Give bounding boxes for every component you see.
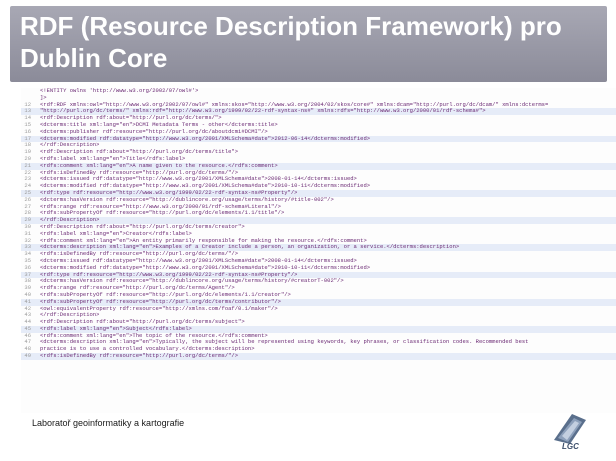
code-line: 28 <rdfs:subPropertyOf rdf:resource="http…: [21, 210, 616, 217]
code-text: <rdfs:label xml:lang="en">Creator</rdfs:…: [40, 230, 192, 237]
code-line: 12 <rdf:RDF xmlns:owl="http://www.w3.org/…: [21, 101, 616, 109]
code-line: 15 <dcterms:title xml:lang="en">DCMI Meta…: [21, 121, 616, 129]
code-line: 27 <rdfs:range rdf:resource="http://www.w…: [21, 203, 616, 211]
code-line: 18 </rdf:Description>: [21, 142, 616, 149]
code-line: 33 <dcterms:description xml:lang="en">Exa…: [21, 244, 616, 252]
code-line: 20 <rdfs:label xml:lang="en">Title</rdfs:…: [21, 155, 616, 163]
code-line: 36 <dcterms:modified rdf:datatype="http:/…: [21, 264, 616, 272]
code-line: 44 <rdf:Description rdf:about="http://pur…: [21, 318, 616, 326]
code-text: <rdf:Description rdf:about="http://purl.…: [40, 149, 239, 156]
code-text: <!ENTITY owlns 'http://www.w3.org/2002/0…: [40, 88, 199, 94]
slide-title-line-1: RDF (Resource Description Framework) pro: [20, 11, 562, 41]
footer-text: Laboratoř geoinformatiky a kartografie: [32, 418, 185, 428]
code-text: <rdf:RDF xmlns:owl="http://www.w3.org/20…: [40, 101, 549, 108]
logo-text: LGC: [562, 442, 579, 450]
code-line: 43 </rdf:Description>: [21, 311, 616, 319]
code-line: 32 <rdfs:comment xml:lang="en">An entity …: [21, 237, 616, 245]
code-text: <rdf:type rdf:resource="http://www.w3.or…: [40, 189, 298, 196]
code-text: <dcterms:title xml:lang="en">DCMI Metada…: [40, 121, 278, 128]
slide-title: RDF (Resource Description Framework) pro…: [20, 10, 600, 74]
code-line: 21 <rdfs:comment xml:lang="en">A name giv…: [21, 162, 616, 170]
code-text: <rdfs:range rdf:resource="http://purl.or…: [40, 285, 235, 292]
code-text: <rdfs:isDefinedBy rdf:resource="http://p…: [40, 353, 239, 360]
code-text: <rdf:type rdf:resource="http://www.w3.or…: [40, 271, 298, 278]
code-text: <rdfs:label xml:lang="en">Subject</rdfs:…: [40, 325, 192, 332]
code-line: 13 "http://purl.org/dc/terms/" xmlns:rdf=…: [21, 108, 616, 116]
code-text: <rdf:Description rdf:about="http://purl.…: [40, 319, 245, 326]
code-text: <rdf:Description rdf:about="http://purl.…: [40, 223, 245, 230]
code-text: <rdfs:comment xml:lang="en">A name given…: [40, 162, 278, 169]
code-text: <rdfs:subPropertyOf rdf:resource="http:/…: [40, 291, 291, 298]
code-line: 38 <dcterms:hasVersion rdf:resource="http…: [21, 278, 616, 285]
lgc-logo: LGC: [554, 414, 586, 450]
code-text: <rdfs:comment xml:lang="en">The topic of…: [40, 332, 268, 339]
code-text: <dcterms:modified rdf:datatype="http://w…: [40, 264, 371, 271]
code-line: 31 <rdfs:label xml:lang="en">Creator</rdf…: [21, 230, 616, 238]
code-line: 34 <rdfs:isDefinedBy rdf:resource="http:/…: [21, 250, 616, 258]
title-bar: RDF (Resource Description Framework) pro…: [10, 6, 607, 82]
slide: RDF (Resource Description Framework) pro…: [0, 0, 616, 461]
code-text: <owl:equivalentProperty rdf:resource="ht…: [40, 305, 278, 312]
code-text: <dcterms:hasVersion rdf:resource="http:/…: [40, 278, 344, 285]
code-text: <dcterms:description xml:lang="en">Typic…: [40, 339, 529, 346]
code-line: 37 <rdf:type rdf:resource="http://www.w3.…: [21, 271, 616, 279]
code-text: <rdfs:comment xml:lang="en">An entity pr…: [40, 237, 367, 244]
code-text: <dcterms:modified rdf:datatype="http://w…: [40, 135, 371, 142]
code-text: ]>: [40, 94, 47, 101]
code-screenshot: <!ENTITY owlns 'http://www.w3.org/2002/0…: [21, 88, 616, 413]
code-line: 48 practice is to use a controlled vocabu…: [21, 345, 616, 353]
code-text: </rdf:Description>: [40, 217, 100, 224]
code-line: 41 <rdfs:subPropertyOf rdf:resource="http…: [21, 298, 616, 306]
code-line: 49 <rdfs:isDefinedBy rdf:resource="http:/…: [21, 352, 616, 360]
code-text: "http://purl.org/dc/terms/" xmlns:rdf="h…: [40, 108, 486, 115]
code-line: 23 <dcterms:issued rdf:datatype="http://w…: [21, 176, 616, 183]
code-text: <dcterms:issued rdf:datatype="http://www…: [40, 257, 357, 264]
code-line: 22 <rdfs:isDefinedBy rdf:resource="http:/…: [21, 169, 616, 177]
code-text: <rdfs:isDefinedBy rdf:resource="http://p…: [40, 251, 239, 258]
code-text: <dcterms:description xml:lang="en">Examp…: [40, 244, 460, 251]
code-text: <rdfs:label xml:lang="en">Title</rdfs:la…: [40, 155, 186, 162]
code-line: 39 <rdfs:range rdf:resource="http://purl.…: [21, 284, 616, 292]
code-text: </rdf:Description>: [40, 312, 100, 319]
code-line: <!ENTITY owlns 'http://www.w3.org/2002/0…: [21, 88, 616, 95]
code-line: 47 <dcterms:description xml:lang="en">Typ…: [21, 339, 616, 346]
line-number: 49: [24, 352, 31, 360]
code-text: <dcterms:modified rdf:datatype="http://w…: [40, 183, 371, 190]
code-text: <rdfs:subPropertyOf rdf:resource="http:/…: [40, 210, 285, 217]
code-line: 25 <rdf:type rdf:resource="http://www.w3.…: [21, 189, 616, 197]
code-line: 16 <dcterms:publisher rdf:resource="http:…: [21, 128, 616, 136]
code-line: 35 <dcterms:issued rdf:datatype="http://w…: [21, 257, 616, 265]
code-text: <rdfs:subPropertyOf rdf:resource="http:/…: [40, 298, 281, 305]
code-line: 26 <dcterms:hasVersion rdf:resource="http…: [21, 196, 616, 204]
code-line: 46 <rdfs:comment xml:lang="en">The topic …: [21, 332, 616, 340]
code-line: 45 <rdfs:label xml:lang="en">Subject</rdf…: [21, 325, 616, 333]
code-text: <rdf:Description rdf:about="http://purl.…: [40, 115, 222, 122]
code-line: 30 <rdf:Description rdf:about="http://pur…: [21, 223, 616, 231]
code-line: 14 <rdf:Description rdf:about="http://pur…: [21, 114, 616, 122]
line-number: [21, 88, 34, 95]
code-line: 17 <dcterms:modified rdf:datatype="http:/…: [21, 135, 616, 143]
code-text: <dcterms:hasVersion rdf:resource="http:/…: [40, 196, 334, 203]
code-text: <rdfs:isDefinedBy rdf:resource="http://p…: [40, 169, 239, 176]
code-text: </rdf:Description>: [40, 142, 100, 149]
code-text: practice is to use a controlled vocabula…: [40, 346, 255, 353]
slide-title-line-2: Dublin Core: [20, 43, 168, 73]
code-line: ]>: [21, 95, 616, 102]
code-line: 29 </rdf:Description>: [21, 216, 616, 224]
code-text: <dcterms:issued rdf:datatype="http://www…: [40, 176, 357, 183]
code-line: 19 <rdf:Description rdf:about="http://pur…: [21, 148, 616, 156]
code-line: 42 <owl:equivalentProperty rdf:resource="…: [21, 305, 616, 313]
code-text: <dcterms:publisher rdf:resource="http://…: [40, 128, 268, 135]
code-line: 24 <dcterms:modified rdf:datatype="http:/…: [21, 182, 616, 190]
code-text: <rdfs:range rdf:resource="http://www.w3.…: [40, 203, 281, 210]
code-line: 40 <rdfs:subPropertyOf rdf:resource="http…: [21, 291, 616, 299]
